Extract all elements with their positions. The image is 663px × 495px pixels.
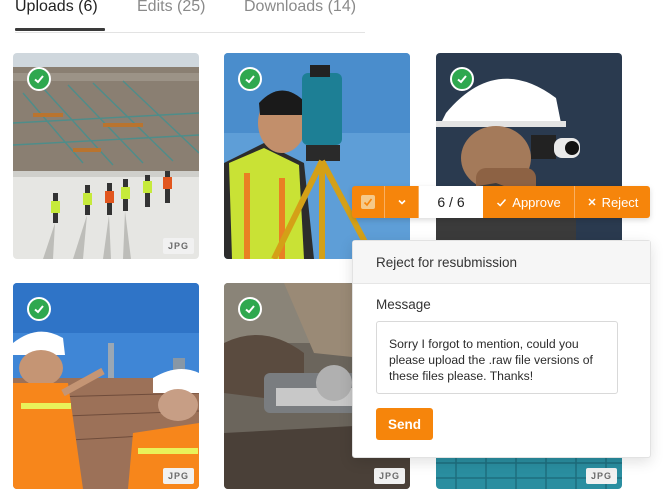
message-textarea[interactable]: Sorry I forgot to mention, could you ple… [376, 321, 618, 394]
message-label: Message [376, 297, 431, 312]
tab-downloads[interactable]: Downloads (14) [244, 0, 356, 16]
file-type-badge: JPG [162, 238, 194, 254]
bulk-action-toolbar: 6 / 6 Approve Reject [352, 186, 650, 218]
file-type-badge: JPG [373, 468, 405, 484]
approved-check-icon [27, 67, 51, 91]
select-all-checkbox[interactable] [352, 186, 385, 218]
send-button[interactable]: Send [376, 408, 433, 440]
reject-button[interactable]: Reject [575, 186, 650, 218]
approve-button[interactable]: Approve [483, 186, 575, 218]
file-tile-2[interactable] [224, 53, 410, 259]
reject-panel-title: Reject for resubmission [353, 241, 650, 284]
file-type-badge: JPG [162, 468, 194, 484]
file-tile-3[interactable] [436, 53, 622, 259]
selection-dropdown-button[interactable] [385, 186, 419, 218]
file-tile-4[interactable]: JPG [13, 283, 199, 489]
tab-bar: Uploads (6) Edits (25) Downloads (14) [15, 0, 365, 33]
approved-check-icon [27, 297, 51, 321]
tab-edits[interactable]: Edits (25) [137, 0, 205, 16]
file-type-badge: JPG [585, 468, 617, 484]
close-icon [588, 198, 596, 206]
approved-check-icon [238, 67, 262, 91]
file-tile-1[interactable]: JPG [13, 53, 199, 259]
chevron-down-icon [397, 199, 406, 205]
approved-check-icon [238, 297, 262, 321]
selection-count: 6 / 6 [419, 186, 483, 218]
reject-panel: Reject for resubmission Message Sorry I … [352, 240, 651, 458]
check-icon [497, 198, 507, 207]
approved-check-icon [450, 67, 474, 91]
reject-label: Reject [601, 194, 639, 210]
checkbox-icon [361, 195, 375, 209]
active-tab-indicator [15, 28, 105, 31]
tab-uploads[interactable]: Uploads (6) [15, 0, 98, 16]
approve-label: Approve [512, 194, 561, 210]
